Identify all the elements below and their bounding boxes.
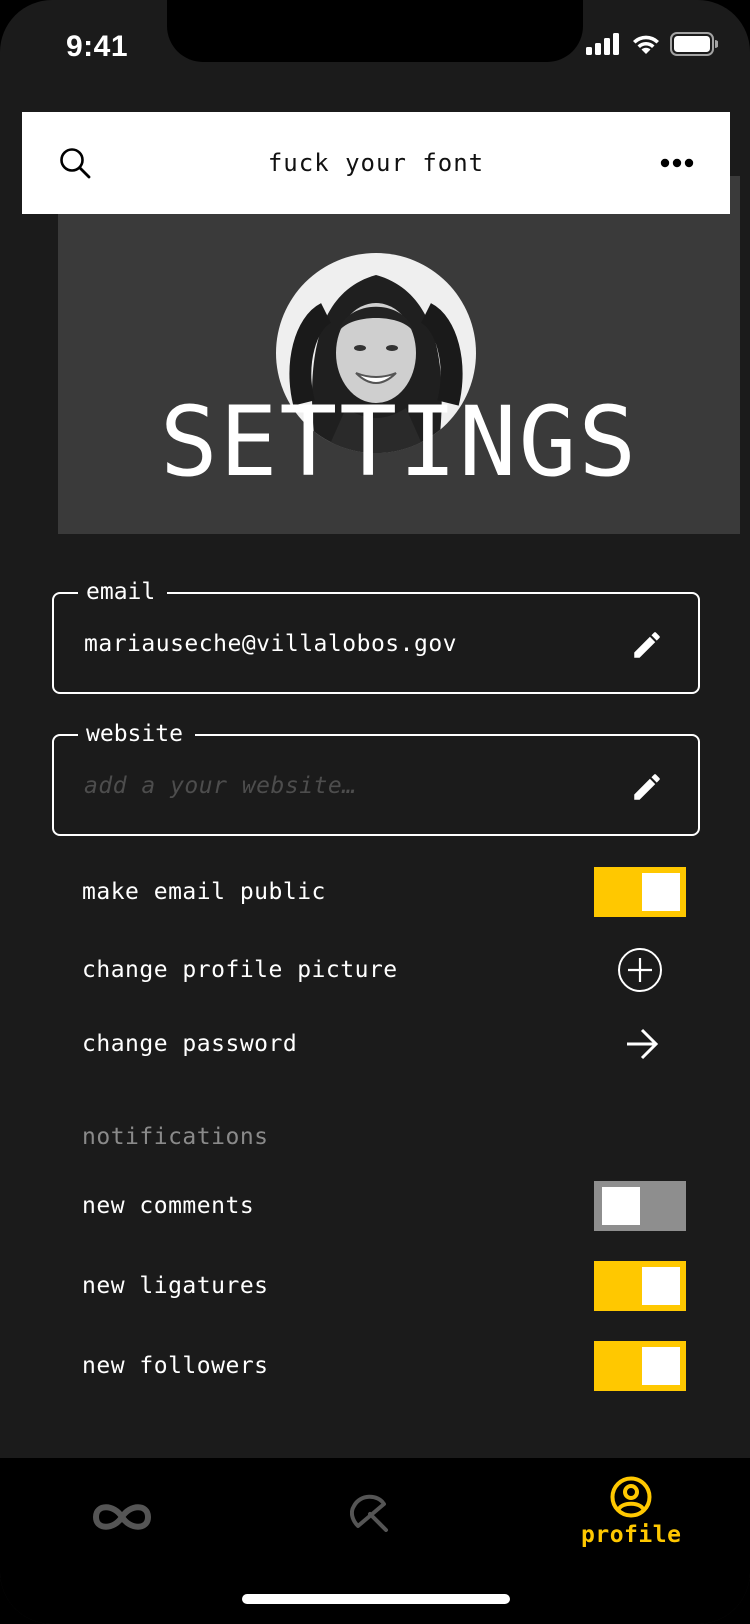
infinity-icon — [92, 1504, 152, 1530]
pencil-icon — [634, 632, 660, 658]
email-field-label: email — [78, 576, 168, 608]
notifications-section-label: notifications — [82, 1124, 269, 1150]
new-ligatures-toggle[interactable] — [594, 1261, 686, 1311]
umbrella-icon — [350, 1494, 388, 1532]
website-field-label: website — [78, 718, 195, 750]
home-indicator[interactable] — [242, 1594, 510, 1604]
more-button[interactable] — [660, 158, 694, 168]
search-button[interactable] — [58, 146, 92, 180]
make-email-public-toggle[interactable] — [594, 867, 686, 917]
plus-circle-icon — [618, 948, 662, 992]
nav-item-feed[interactable] — [90, 1500, 154, 1534]
change-password-button[interactable] — [624, 1026, 660, 1062]
website-input[interactable] — [84, 766, 604, 806]
nav-label-profile: profile — [581, 1522, 682, 1548]
app-title: fuck your font — [267, 149, 485, 177]
app-bar: fuck your font — [22, 112, 730, 214]
change-password-label: change password — [82, 1031, 298, 1057]
status-icons — [586, 32, 718, 56]
notification-row: new comments — [82, 1176, 686, 1236]
make-email-public-label: make email public — [82, 879, 326, 905]
website-field: website — [52, 718, 700, 836]
make-email-public-row: make email public — [82, 862, 686, 922]
profile-icon — [610, 1476, 652, 1518]
phone-screen: 9:41 SETTINGS fuck your font email maria… — [0, 0, 750, 1624]
new-comments-toggle[interactable] — [594, 1181, 686, 1231]
notification-label: new ligatures — [82, 1273, 269, 1299]
notification-row: new ligatures — [82, 1256, 686, 1316]
pencil-icon — [634, 774, 660, 800]
wifi-icon — [633, 35, 659, 54]
edit-website-button[interactable] — [630, 770, 664, 804]
search-icon — [60, 148, 91, 179]
change-profile-picture-row[interactable]: change profile picture — [82, 940, 686, 1000]
change-password-row[interactable]: change password — [82, 1014, 686, 1074]
cellular-signal-icon — [586, 33, 619, 55]
edit-email-button[interactable] — [630, 628, 664, 662]
add-picture-button[interactable] — [617, 947, 663, 993]
arrow-right-icon — [627, 1028, 659, 1060]
nav-item-umbrella[interactable] — [350, 1492, 390, 1532]
nav-item-profile[interactable]: profile — [581, 1476, 681, 1548]
status-time: 9:41 — [66, 30, 129, 63]
email-field: email — [52, 576, 700, 694]
new-followers-toggle[interactable] — [594, 1341, 686, 1391]
notification-row: new followers — [82, 1336, 686, 1396]
notification-label: new comments — [82, 1193, 255, 1219]
email-input[interactable] — [84, 624, 604, 664]
more-horizontal-icon — [660, 158, 694, 168]
notch — [167, 0, 583, 62]
change-profile-picture-label: change profile picture — [82, 957, 398, 983]
page-title: SETTINGS — [159, 386, 639, 498]
battery-icon — [670, 32, 718, 56]
notification-label: new followers — [82, 1353, 269, 1379]
settings-hero: SETTINGS — [58, 176, 740, 534]
